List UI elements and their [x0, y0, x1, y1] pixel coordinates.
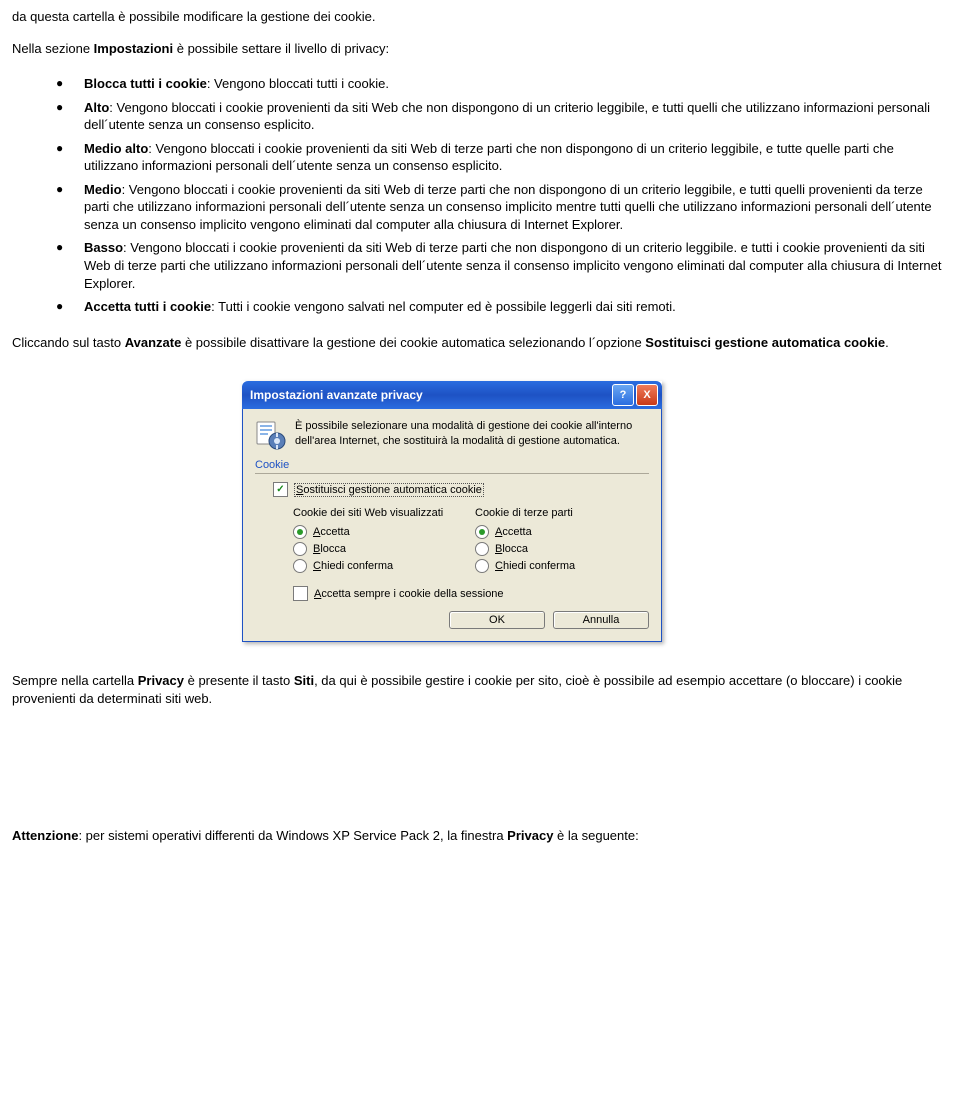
radio-icon: [475, 559, 489, 573]
text: .: [885, 335, 889, 350]
help-icon: ?: [620, 389, 627, 401]
col1-title: Cookie dei siti Web visualizzati: [293, 507, 467, 519]
privacy-levels-list: Blocca tutti i cookie: Vengono bloccati …: [12, 75, 948, 316]
cookie-section-label: Cookie: [255, 459, 649, 471]
text-bold: Attenzione: [12, 828, 78, 843]
dialog-title: Impostazioni avanzate privacy: [250, 388, 610, 402]
cancel-button[interactable]: Annulla: [553, 611, 649, 629]
list-item: Alto: Vengono bloccati i cookie provenie…: [56, 99, 948, 134]
help-button[interactable]: ?: [612, 384, 634, 406]
tp-block-radio[interactable]: Blocca: [475, 542, 649, 556]
radio-label: Blocca: [495, 543, 528, 555]
item-text: : Vengono bloccati i cookie provenienti …: [84, 240, 942, 290]
titlebar[interactable]: Impostazioni avanzate privacy ? X: [242, 381, 662, 409]
text: locca: [502, 543, 528, 555]
text-bold: Impostazioni: [94, 41, 173, 56]
radio-label: Blocca: [313, 543, 346, 555]
text: è possibile disattivare la gestione dei …: [181, 335, 645, 350]
override-checkbox[interactable]: ✓: [273, 482, 288, 497]
session-checkbox[interactable]: ✓: [293, 586, 308, 601]
radio-icon: [293, 542, 307, 556]
dialog-body: È possibile selezionare una modalità di …: [242, 409, 662, 642]
text-bold: Avanzate: [125, 335, 182, 350]
text: hiedi conferma: [321, 560, 393, 572]
text-bold: Privacy: [138, 673, 184, 688]
intro-line1: da questa cartella è possibile modificar…: [12, 8, 948, 26]
list-item: Blocca tutti i cookie: Vengono bloccati …: [56, 75, 948, 93]
fp-accept-radio[interactable]: Accetta: [293, 525, 467, 539]
item-text: : Vengono bloccati i cookie provenienti …: [84, 141, 894, 174]
item-head: Alto: [84, 100, 109, 115]
radio-icon: [475, 542, 489, 556]
text: Cliccando sul tasto: [12, 335, 125, 350]
mnemonic: C: [313, 560, 321, 572]
radio-label: Accetta: [495, 526, 532, 538]
text: Sempre nella cartella: [12, 673, 138, 688]
close-icon: X: [643, 389, 650, 401]
override-checkbox-row[interactable]: ✓ Sostituisci gestione automatica cookie: [273, 482, 649, 497]
list-item: Accetta tutti i cookie: Tutti i cookie v…: [56, 298, 948, 316]
radio-icon: [293, 559, 307, 573]
col2-title: Cookie di terze parti: [475, 507, 649, 519]
radio-icon: [475, 525, 489, 539]
item-text: : Vengono bloccati i cookie provenienti …: [84, 100, 930, 133]
mnemonic: C: [495, 560, 503, 572]
radio-label: Accetta: [313, 526, 350, 538]
advanced-paragraph: Cliccando sul tasto Avanzate è possibile…: [12, 334, 948, 352]
close-button[interactable]: X: [636, 384, 658, 406]
override-label: Sostituisci gestione automatica cookie: [294, 484, 484, 496]
footer-note: Attenzione: per sistemi operativi differ…: [12, 827, 948, 845]
text: locca: [320, 543, 346, 555]
item-head: Blocca tutti i cookie: [84, 76, 207, 91]
list-item: Medio: Vengono bloccati i cookie proveni…: [56, 181, 948, 234]
text: ostituisci gestione automatica cookie: [303, 484, 482, 496]
item-head: Medio alto: [84, 141, 148, 156]
item-text: : Tutti i cookie vengono salvati nel com…: [211, 299, 676, 314]
radio-icon: [293, 525, 307, 539]
divider: [255, 473, 649, 474]
text: hiedi conferma: [503, 560, 575, 572]
item-head: Accetta tutti i cookie: [84, 299, 211, 314]
tp-accept-radio[interactable]: Accetta: [475, 525, 649, 539]
list-item: Basso: Vengono bloccati i cookie proveni…: [56, 239, 948, 292]
tp-prompt-radio[interactable]: Chiedi conferma: [475, 559, 649, 573]
item-text: : Vengono bloccati tutti i cookie.: [207, 76, 389, 91]
list-item: Medio alto: Vengono bloccati i cookie pr…: [56, 140, 948, 175]
session-label: Accetta sempre i cookie della sessione: [314, 588, 504, 600]
text: è presente il tasto: [184, 673, 294, 688]
radio-label: Chiedi conferma: [495, 560, 575, 572]
ok-button[interactable]: OK: [449, 611, 545, 629]
text: è la seguente:: [553, 828, 638, 843]
intro-line2: Nella sezione Impostazioni è possibile s…: [12, 40, 948, 58]
item-text: : Vengono bloccati i cookie provenienti …: [84, 182, 932, 232]
fp-prompt-radio[interactable]: Chiedi conferma: [293, 559, 467, 573]
cookie-settings-icon: [255, 419, 287, 451]
text: ccetta sempre i cookie della sessione: [321, 588, 503, 600]
privacy-advanced-dialog: Impostazioni avanzate privacy ? X: [242, 381, 662, 642]
item-head: Basso: [84, 240, 123, 255]
sites-paragraph: Sempre nella cartella Privacy è presente…: [12, 672, 948, 707]
text-bold: Siti: [294, 673, 314, 688]
item-head: Medio: [84, 182, 122, 197]
fp-block-radio[interactable]: Blocca: [293, 542, 467, 556]
dialog-intro: È possibile selezionare una modalità di …: [295, 419, 649, 448]
third-party-column: Cookie di terze parti Accetta Blocca Chi…: [475, 507, 649, 576]
text: ccetta: [320, 526, 349, 538]
text-bold: Privacy: [507, 828, 553, 843]
radio-label: Chiedi conferma: [313, 560, 393, 572]
session-checkbox-row[interactable]: ✓ Accetta sempre i cookie della sessione: [293, 586, 649, 601]
text-bold: Sostituisci gestione automatica cookie: [645, 335, 885, 350]
text: ccetta: [502, 526, 531, 538]
text: : per sistemi operativi differenti da Wi…: [78, 828, 507, 843]
text: è possibile settare il livello di privac…: [173, 41, 389, 56]
first-party-column: Cookie dei siti Web visualizzati Accetta…: [293, 507, 467, 576]
text: Nella sezione: [12, 41, 94, 56]
